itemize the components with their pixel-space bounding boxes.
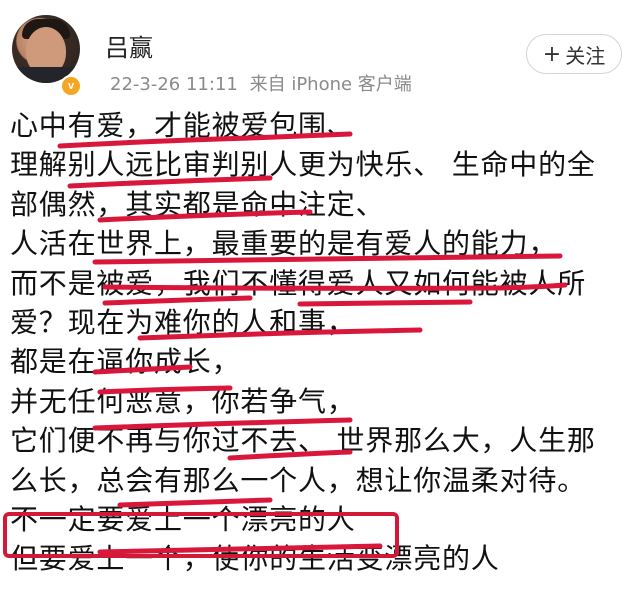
post-line: 人活在世界上，最重要的是有爱人的能力， — [10, 227, 558, 261]
post-source: 来自 iPhone 客户端 — [249, 74, 412, 95]
post-meta: 22-3-26 11:11 来自 iPhone 客户端 — [110, 70, 418, 96]
follow-label: 关注 — [565, 43, 606, 68]
plus-icon: + — [542, 41, 562, 67]
post-line: 而不是被爱，我们不懂得爱人又如何能被人所 — [10, 266, 587, 300]
vip-badge-icon: v — [60, 75, 82, 97]
post-line: 爱？现在为难你的人和事， — [10, 305, 356, 339]
post-line: 理解别人远比审判别人更为快乐、 生命中的全 — [10, 148, 596, 182]
post-date: 22-3-26 11:11 — [110, 74, 238, 95]
post-line: 并无任何恶意，你若争气， — [10, 384, 356, 418]
avatar[interactable] — [12, 15, 80, 83]
post-line: 部偶然，其实都是命中注定、 — [10, 187, 385, 221]
post-line: 么长，总会有那么一个人，想让你温柔对待。 — [10, 463, 587, 497]
follow-button[interactable]: + 关注 — [526, 34, 622, 74]
post-line: 它们便不再与你过不去、 世界那么大，人生那 — [10, 424, 596, 458]
post-line: 都是在逼你成长， — [10, 345, 241, 379]
username[interactable]: 吕赢 — [105, 28, 153, 63]
post-header: v 吕赢 22-3-26 11:11 来自 iPhone 客户端 + 关注 — [0, 0, 640, 106]
post-line: 不一定要爱上一个漂亮的人 — [10, 502, 356, 536]
post-line: 心中有爱，才能被爱包围、 — [10, 109, 356, 142]
post-body: 心中有爱，才能被爱包围、 理解别人远比审判别人更为快乐、 生命中的全 部偶然，其… — [10, 106, 638, 579]
post-line: 但要爱上一个，使你的生活变漂亮的人 — [10, 542, 500, 576]
